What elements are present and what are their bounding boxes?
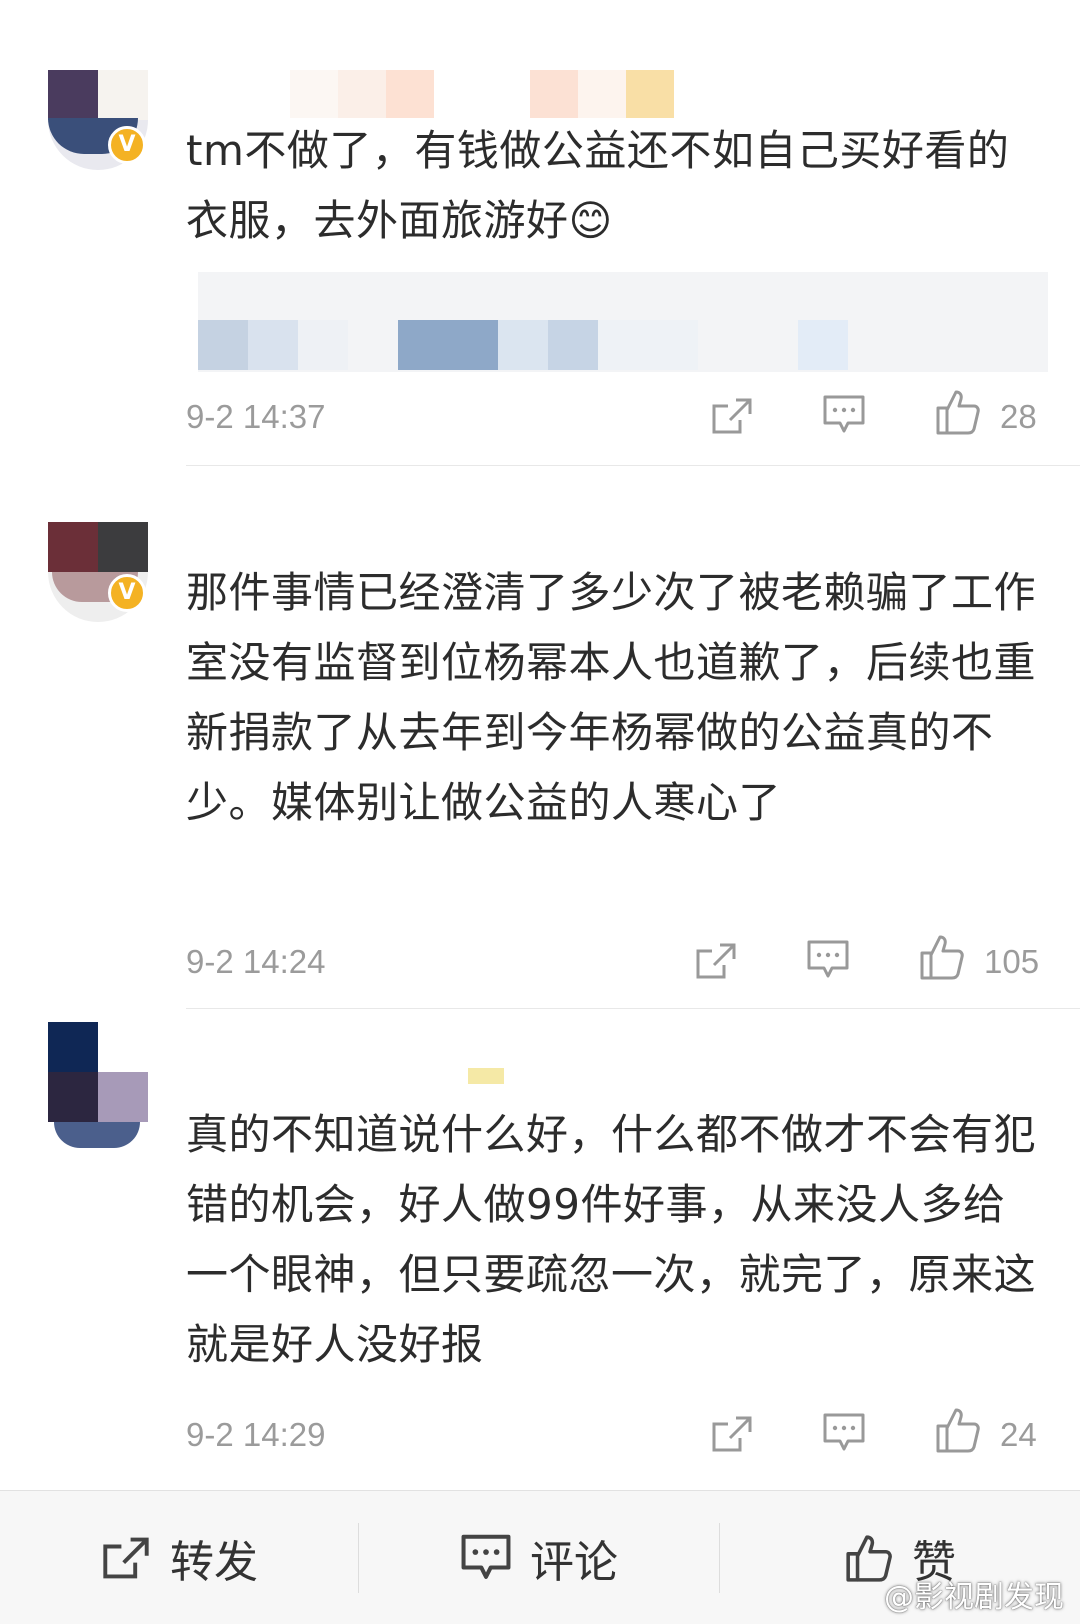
avatar[interactable] [48, 1022, 148, 1152]
username-blurred[interactable] [440, 1064, 510, 1086]
share-icon[interactable] [710, 1414, 754, 1454]
thumbs-up-icon[interactable] [934, 1406, 982, 1454]
thumbs-up-icon[interactable] [934, 388, 982, 436]
verified-badge-icon: V [108, 574, 146, 612]
like-count: 28 [1000, 398, 1037, 435]
timestamp: 9-2 14:24 [186, 943, 326, 980]
timestamp: 9-2 14:37 [186, 398, 326, 435]
divider [186, 465, 1080, 466]
timestamp: 9-2 14:29 [186, 1416, 326, 1453]
share-icon[interactable] [694, 941, 738, 981]
comment-text: tm不做了，有钱做公益还不如自己买好看的衣服，去外面旅游好😊 [186, 126, 1010, 245]
comment-icon [461, 1534, 511, 1579]
comment-text: 那件事情已经澄清了多少次了被老赖骗了工作室没有监督到位杨幂本人也道歉了，后续也重… [186, 568, 1037, 827]
comment-text: 真的不知道说什么好，什么都不做才不会有犯错的机会，好人做99件好事，从来没人多给… [186, 1110, 1037, 1369]
username-blurred[interactable] [290, 70, 690, 118]
comment-label: 评论 [530, 1536, 618, 1588]
verified-badge-icon: V [108, 126, 146, 164]
divider [186, 1008, 1080, 1009]
quoted-reply-blurred[interactable] [198, 272, 1048, 372]
comment-button[interactable]: 评论 [359, 1491, 719, 1624]
share-icon [103, 1537, 149, 1578]
comment-icon[interactable] [806, 939, 850, 981]
share-icon[interactable] [710, 396, 754, 436]
comment-icon[interactable] [822, 1412, 866, 1454]
repost-label: 转发 [170, 1536, 258, 1588]
like-count: 24 [1000, 1416, 1037, 1453]
thumbs-up-icon[interactable] [918, 933, 966, 981]
repost-button[interactable]: 转发 [0, 1491, 358, 1624]
like-count: 105 [984, 943, 1040, 980]
watermark: @影视剧发现 [884, 1580, 1064, 1615]
comment-icon[interactable] [822, 394, 866, 436]
